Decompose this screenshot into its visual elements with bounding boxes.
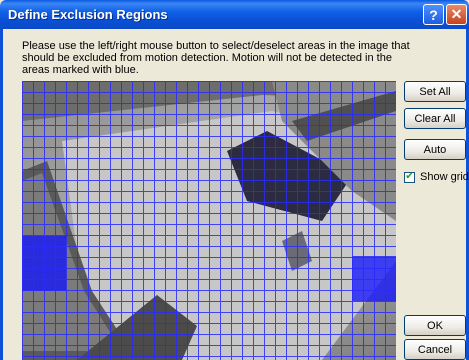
camera-image-grid[interactable] — [22, 81, 396, 360]
help-icon: ? — [429, 6, 438, 23]
ok-button[interactable]: OK — [404, 315, 466, 336]
show-grid-option[interactable]: ✔ Show grid — [404, 170, 469, 184]
cancel-button[interactable]: Cancel — [404, 339, 466, 360]
clear-all-button[interactable]: Clear All — [404, 108, 466, 129]
set-all-button[interactable]: Set All — [404, 81, 466, 102]
window-frame-left — [0, 29, 3, 360]
checkmark-icon: ✔ — [405, 171, 414, 182]
close-button[interactable]: ✕ — [446, 4, 467, 25]
help-button[interactable]: ? — [423, 4, 444, 25]
auto-button[interactable]: Auto — [404, 139, 466, 160]
instructions-text: Please use the left/right mouse button t… — [22, 40, 410, 76]
close-icon: ✕ — [450, 6, 463, 22]
show-grid-checkbox[interactable]: ✔ — [404, 171, 415, 183]
title-bar[interactable]: Define Exclusion Regions ? ✕ — [0, 0, 469, 29]
show-grid-label: Show grid — [420, 171, 469, 183]
selection-grid[interactable] — [22, 81, 396, 360]
window-title: Define Exclusion Regions — [8, 7, 168, 22]
